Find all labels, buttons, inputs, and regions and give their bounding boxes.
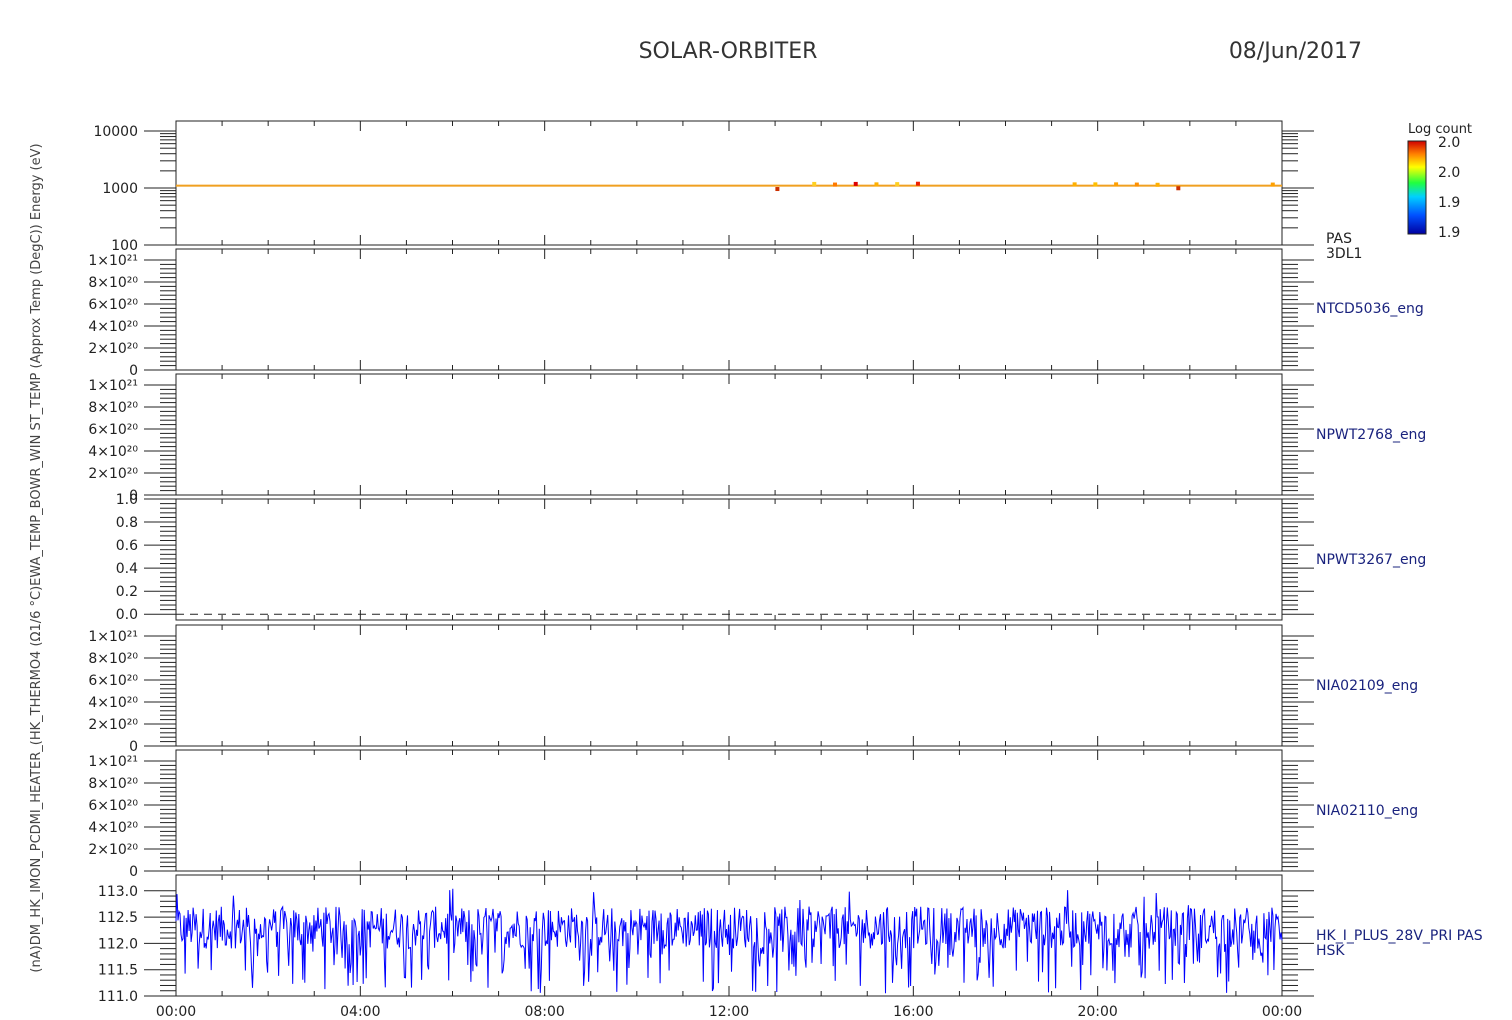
- y-tick-label: 4×10²⁰: [88, 695, 138, 711]
- y-tick-label: 113.0: [98, 884, 138, 900]
- heatmap-spot-12: [1155, 182, 1160, 187]
- y-tick-label: 6×10²⁰: [88, 673, 138, 689]
- panel-sublabel-1: 3DL1: [1326, 246, 1362, 262]
- panel-frame-3: [175, 373, 1283, 496]
- x-tick-label: 08:00: [524, 1004, 564, 1020]
- y-tick-label: 2×10²⁰: [88, 341, 138, 357]
- heatmap-spot-11: [1134, 182, 1139, 187]
- panel-label-2: NTCD5036_eng: [1316, 301, 1424, 317]
- y-tick-label: 6×10²⁰: [88, 422, 138, 438]
- colorbar-tick-label: 2.0: [1438, 135, 1460, 151]
- y-tick-label: 0: [129, 864, 138, 880]
- chart-date: 08/Jun/2017: [1229, 39, 1362, 64]
- y-tick-label: 4×10²⁰: [88, 820, 138, 836]
- x-tick-label: 00:00: [156, 1004, 196, 1020]
- panel-label-6: NIA02110_eng: [1316, 803, 1418, 819]
- y-tick-label: 4×10²⁰: [88, 444, 138, 460]
- panel-sublabel-7: HSK: [1316, 943, 1345, 959]
- y-tick-label: 1000: [102, 181, 138, 197]
- heatmap-spot-14: [1270, 182, 1275, 187]
- x-tick-label: 12:00: [709, 1004, 749, 1020]
- y-tick-label: 1.0: [116, 492, 138, 508]
- y-tick-label: 1×10²¹: [88, 378, 138, 394]
- y-tick-label: 1×10²¹: [88, 754, 138, 770]
- heatmap-spot-1: [775, 187, 780, 192]
- panel-label-3: NPWT2768_eng: [1316, 427, 1426, 443]
- y-tick-label: 8×10²⁰: [88, 275, 138, 291]
- colorbar-tick-label: 1.9: [1438, 195, 1460, 211]
- y-tick-label: 8×10²⁰: [88, 400, 138, 416]
- y-tick-label: 8×10²⁰: [88, 651, 138, 667]
- y-tick-label: 0: [129, 739, 138, 755]
- y-tick-label: 0.6: [116, 538, 138, 554]
- chart-title: SOLAR-ORBITER: [639, 39, 818, 64]
- panel-frame-6: [175, 749, 1283, 872]
- y-tick-label: 111.0: [98, 989, 138, 1005]
- y-tick-label: 0.8: [116, 515, 138, 531]
- y-tick-label: 112.0: [98, 936, 138, 952]
- panel-label-4: NPWT3267_eng: [1316, 552, 1426, 568]
- y-tick-label: 0.2: [116, 584, 138, 600]
- panel-frame-2: [175, 248, 1283, 371]
- y-tick-label: 1×10²¹: [88, 629, 138, 645]
- x-tick-label: 04:00: [340, 1004, 380, 1020]
- y-tick-label: 0.4: [116, 561, 138, 577]
- panel-label-1: PAS: [1326, 231, 1352, 247]
- colorbar-tick-label: 1.9: [1438, 225, 1460, 241]
- y-tick-label: 8×10²⁰: [88, 776, 138, 792]
- panel-label-7: HK_I_PLUS_28V_PRI PAS: [1316, 928, 1483, 944]
- y-tick-label: 1×10²¹: [88, 253, 138, 269]
- heatmap-spot-4: [853, 181, 858, 186]
- y-tick-label: 6×10²⁰: [88, 297, 138, 313]
- heatmap-spot-5: [874, 182, 879, 187]
- panel-label-5: NIA02109_eng: [1316, 678, 1418, 694]
- heatmap-spot-13: [1176, 186, 1181, 191]
- heatmap-spot-6: [895, 182, 900, 187]
- colorbar: [1407, 140, 1427, 235]
- y-tick-label: 100: [111, 238, 138, 254]
- y-tick-label: 111.5: [98, 963, 138, 979]
- x-tick-label: 20:00: [1077, 1004, 1117, 1020]
- y-tick-label: 0.0: [116, 607, 138, 623]
- y-tick-label: 0: [129, 363, 138, 379]
- y-tick-label: 2×10²⁰: [88, 717, 138, 733]
- heatmap-spot-8: [1072, 182, 1077, 187]
- heatmap-spot-2: [812, 181, 817, 186]
- y-tick-label: 2×10²⁰: [88, 842, 138, 858]
- y-tick-label: 112.5: [98, 910, 138, 926]
- y-tick-label: 10000: [93, 124, 138, 140]
- heatmap-spot-3: [832, 182, 837, 187]
- stack-plot: SOLAR-ORBITER 08/Jun/2017 (nA)DM_HK_IMON_P…: [29, 39, 1483, 1020]
- colorbar-tick-label: 2.0: [1438, 165, 1460, 181]
- y-axis-label: (nA)DM_HK_IMON_PCDMI_HEATER_(HK_THERMO4 …: [29, 143, 44, 972]
- y-tick-label: 2×10²⁰: [88, 466, 138, 482]
- x-tick-label: 00:00: [1262, 1004, 1302, 1020]
- hk-series-line: [175, 888, 1283, 994]
- heatmap-spot-9: [1093, 182, 1098, 187]
- y-tick-label: 4×10²⁰: [88, 319, 138, 335]
- panel-frame-5: [175, 624, 1283, 747]
- heatmap-spot-10: [1114, 182, 1119, 187]
- x-tick-label: 16:00: [893, 1004, 933, 1020]
- heatmap-spot-7: [915, 181, 920, 186]
- y-tick-label: 6×10²⁰: [88, 798, 138, 814]
- panel-frame-4: [175, 498, 1283, 621]
